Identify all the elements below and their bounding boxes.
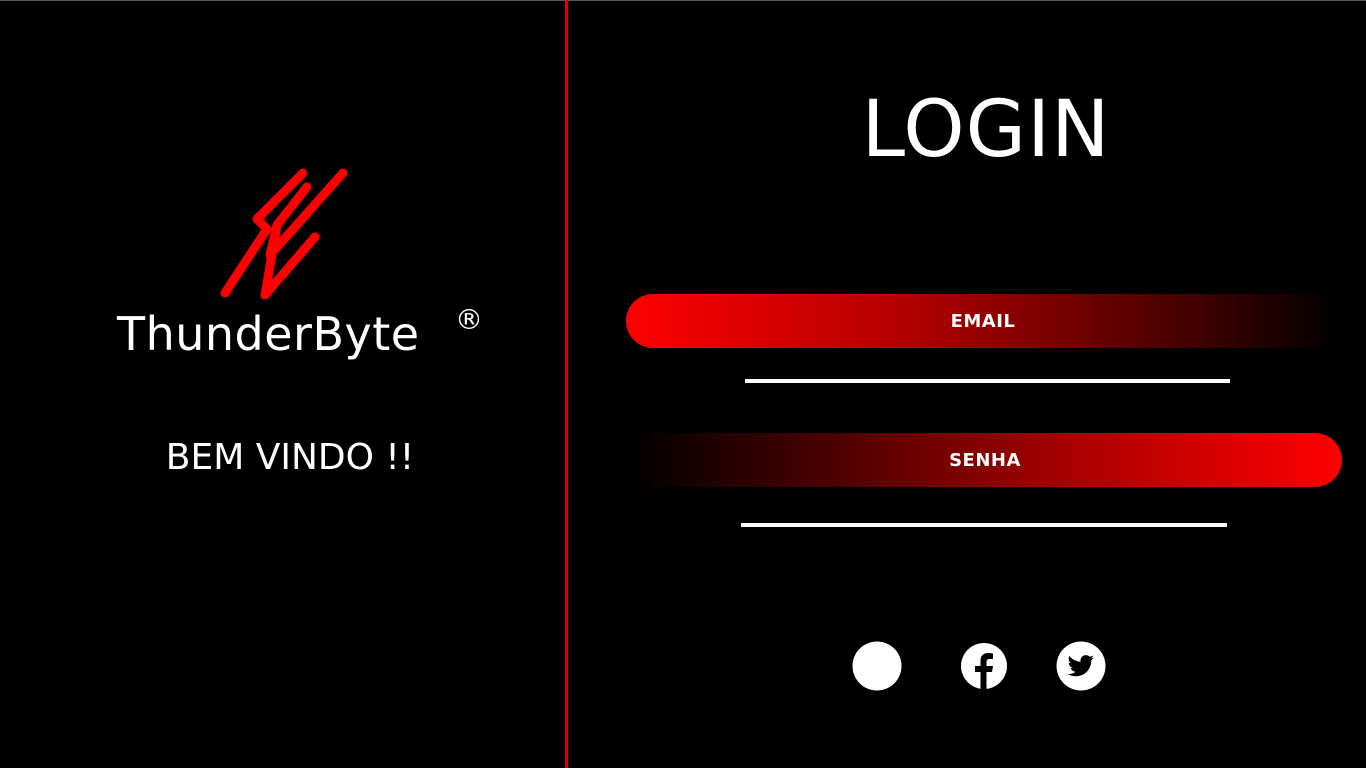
facebook-icon[interactable] xyxy=(959,641,1009,691)
brand-name: ThunderByte xyxy=(117,307,420,361)
email-label: EMAIL xyxy=(950,310,1016,332)
panel-divider xyxy=(565,0,568,768)
email-label-bar: EMAIL xyxy=(626,294,1340,348)
password-label-bar: SENHA xyxy=(628,433,1342,487)
email-field[interactable] xyxy=(745,379,1230,383)
registered-mark: ® xyxy=(455,303,483,336)
password-field[interactable] xyxy=(741,523,1227,527)
login-page: ThunderByte ® BEM VINDO !! LOGIN EMAIL S… xyxy=(0,0,1366,768)
top-border xyxy=(0,0,1366,1)
password-label: SENHA xyxy=(949,449,1021,471)
lightning-bolt-logo-icon xyxy=(220,168,348,300)
circle-icon[interactable] xyxy=(852,641,902,691)
login-title: LOGIN xyxy=(861,85,1111,175)
twitter-icon[interactable] xyxy=(1056,641,1106,691)
welcome-text: BEM VINDO !! xyxy=(165,437,415,478)
